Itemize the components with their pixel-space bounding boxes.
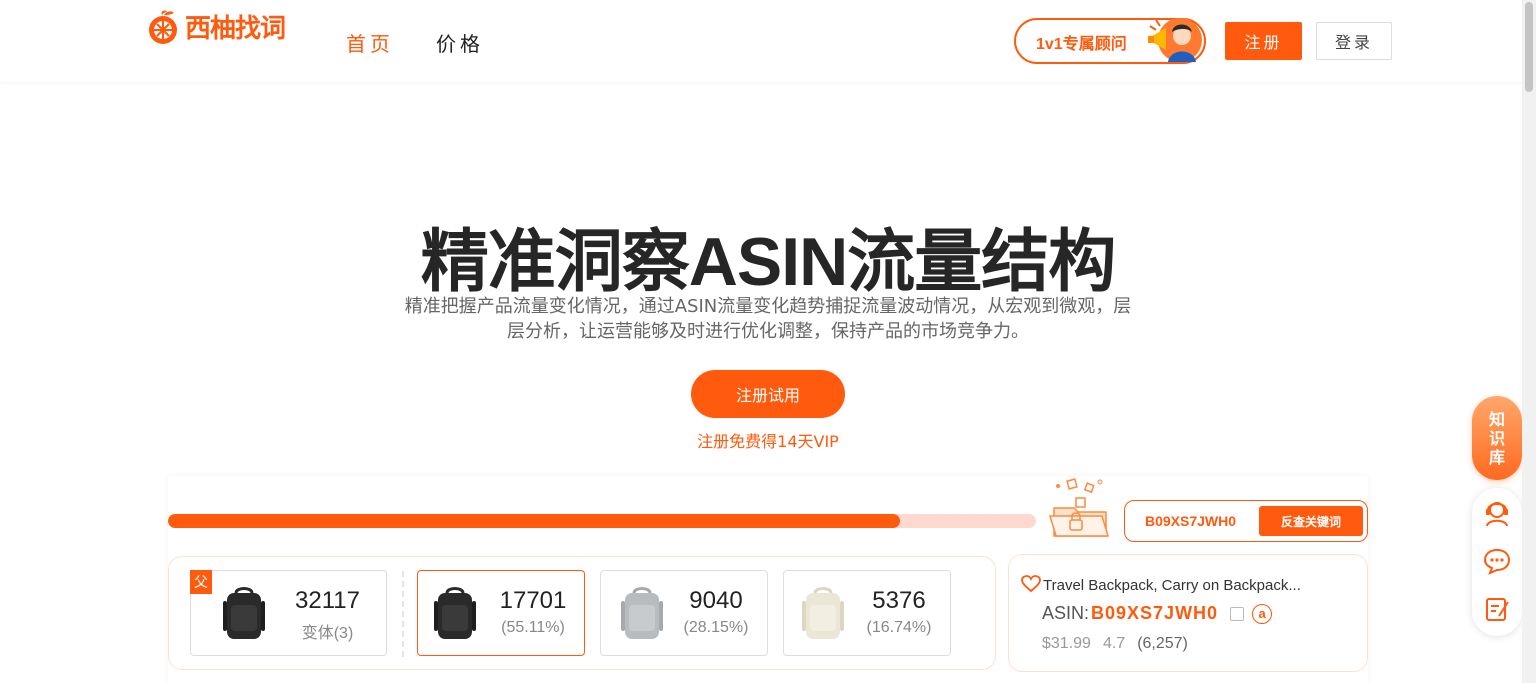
register-button[interactable]: 注册 xyxy=(1225,22,1302,60)
asin-label: ASIN: xyxy=(1042,603,1090,623)
customer-service-icon[interactable] xyxy=(1482,498,1512,528)
register-trial-button[interactable]: 注册试用 xyxy=(691,370,845,418)
chat-icon[interactable] xyxy=(1482,546,1512,576)
variant-card-parent[interactable]: 32117 变体(3) xyxy=(190,570,387,656)
login-button[interactable]: 登录 xyxy=(1316,22,1392,60)
product-asin-row: ASIN: B09XS7JWH0 a xyxy=(1042,603,1273,624)
asin-demo-panel: B09XS7JWH0 反查关键词 父 32117 变体(3) 17701 (55… xyxy=(168,476,1368,683)
backpack-gray-icon xyxy=(621,587,663,639)
trial-note: 注册免费得14天VIP xyxy=(697,432,839,451)
consultant-label: 1v1专属顾问 xyxy=(1036,36,1127,53)
variants-panel: 父 32117 变体(3) 17701 (55.11%) 9040 (28.15… xyxy=(168,556,996,670)
variant-sub: (55.11%) xyxy=(501,619,565,636)
nav-home[interactable]: 首页 xyxy=(346,28,394,57)
parent-badge: 父 xyxy=(190,570,212,594)
copy-icon[interactable] xyxy=(1230,606,1245,621)
favorite-heart-icon[interactable] xyxy=(1021,575,1041,593)
asin-search-value: B09XS7JWH0 xyxy=(1145,513,1237,529)
top-header: 西柚找词 首页 价格 1v1专属顾问 注册 登录 xyxy=(0,0,1536,82)
product-stats: $31.99 4.7 (6,257) xyxy=(1042,635,1188,653)
main-nav: 首页 价格 xyxy=(346,28,484,57)
traffic-progress-fill xyxy=(168,514,900,528)
brand-name: 西柚找词 xyxy=(185,14,286,44)
variant-value: 9040 xyxy=(689,587,743,614)
hero-title: 精准洞察ASIN流量结构 xyxy=(420,224,1116,300)
variant-card-1[interactable]: 17701 (55.11%) xyxy=(417,570,585,656)
scrollbar-thumb[interactable] xyxy=(1525,2,1533,92)
kb-char: 知 xyxy=(1488,409,1505,429)
reverse-keyword-button[interactable]: 反查关键词 xyxy=(1259,506,1363,536)
brand-logo[interactable]: 西柚找词 xyxy=(145,8,286,45)
variant-sub: (28.15%) xyxy=(683,619,749,636)
folder-lock-icon xyxy=(1048,478,1110,537)
scrollbar-track[interactable] xyxy=(1522,0,1536,683)
backpack-dark-icon xyxy=(223,587,265,639)
variant-card-2[interactable]: 9040 (28.15%) xyxy=(600,570,768,656)
variant-value: 32117 xyxy=(295,587,360,614)
kb-char: 库 xyxy=(1488,447,1505,467)
traffic-progress-bar xyxy=(168,514,1036,528)
asin-search-box[interactable]: B09XS7JWH0 反查关键词 xyxy=(1124,500,1368,542)
consultant-button[interactable]: 1v1专属顾问 xyxy=(1014,18,1206,64)
variant-value: 17701 xyxy=(499,587,567,614)
product-price: $31.99 xyxy=(1042,635,1091,652)
kb-char: 识 xyxy=(1488,428,1505,448)
feedback-icon[interactable] xyxy=(1482,594,1512,624)
hero-description: 精准把握产品流量变化情况，通过ASIN流量变化趋势捕捉流量波动情况，从宏观到微观… xyxy=(404,296,1132,342)
variant-sub: (16.74%) xyxy=(866,619,932,636)
product-card: Travel Backpack, Carry on Backpack... AS… xyxy=(1008,554,1368,672)
grapefruit-logo-icon xyxy=(149,10,177,44)
variant-divider xyxy=(402,571,404,657)
product-reviews: (6,257) xyxy=(1137,635,1188,652)
knowledge-base-button[interactable]: 知 识 库 xyxy=(1472,396,1522,480)
amazon-icon[interactable]: a xyxy=(1252,603,1273,624)
variant-sub: 变体(3) xyxy=(301,625,354,642)
backpack-dark-icon xyxy=(434,587,476,639)
product-title[interactable]: Travel Backpack, Carry on Backpack... xyxy=(1043,577,1359,594)
nav-pricing[interactable]: 价格 xyxy=(436,28,484,57)
consultant-avatar-icon xyxy=(1148,18,1202,62)
variant-value: 5376 xyxy=(872,587,926,614)
asin-value: B09XS7JWH0 xyxy=(1091,603,1219,623)
variant-card-3[interactable]: 5376 (16.74%) xyxy=(783,570,951,656)
backpack-cream-icon xyxy=(802,587,844,639)
floating-toolbar xyxy=(1472,488,1522,636)
product-rating: 4.7 xyxy=(1102,635,1126,652)
